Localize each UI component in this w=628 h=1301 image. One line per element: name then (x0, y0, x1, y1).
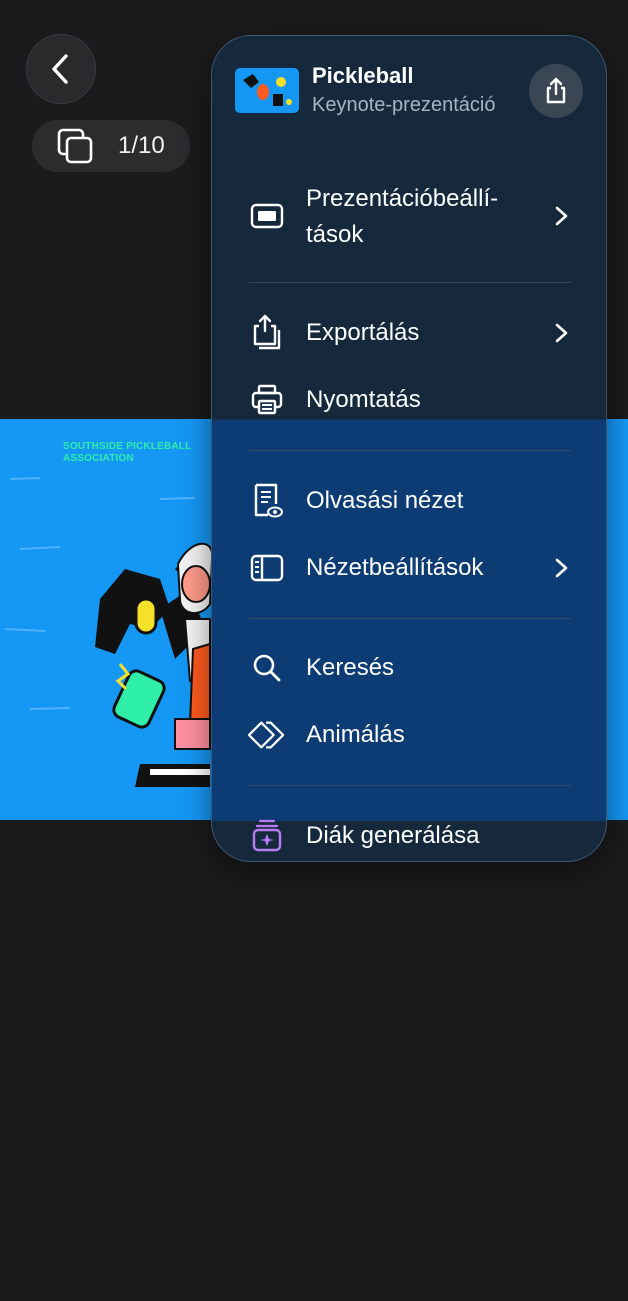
menu-item-label: Nézetbeállítások (306, 554, 484, 581)
menu-translucent-backdrop (212, 420, 606, 821)
menu-item-label: Prezentációbeállí- tások (306, 181, 498, 253)
menu-item-print[interactable]: Nyomtatás (212, 383, 606, 417)
menu-item-search[interactable]: Keresés (212, 651, 606, 685)
document-thumbnail-art (243, 74, 292, 106)
menu-divider (249, 785, 571, 786)
menu-item-view-settings[interactable]: Nézetbeállítások (212, 551, 606, 585)
back-button[interactable] (26, 34, 96, 104)
chevron-right-icon (555, 558, 568, 578)
share-button[interactable] (529, 64, 583, 118)
search-icon (248, 649, 286, 687)
export-icon (248, 314, 286, 352)
menu-item-label-line2: tások (306, 221, 364, 248)
chevron-left-icon (52, 54, 68, 84)
slide-counter-text: 1/10 (118, 132, 165, 159)
menu-item-label: Animálás (306, 721, 405, 748)
document-thumbnail (235, 68, 299, 113)
chevron-right-icon (555, 206, 568, 226)
menu-item-label: Diák generálása (306, 822, 480, 849)
menu-item-animate[interactable]: Animálás (212, 718, 606, 752)
document-subtitle: Keynote-prezentáció (312, 94, 496, 116)
printer-icon (248, 381, 286, 419)
slide-navigator-button[interactable]: 1/10 (32, 120, 190, 172)
menu-item-generate-slides[interactable]: Diák generálása (212, 819, 606, 853)
menu-item-label: Keresés (306, 654, 395, 681)
menu-header: Pickleball Keynote-prezentáció (212, 36, 606, 146)
presentation-settings-icon (248, 197, 286, 235)
menu-item-label: Nyomtatás (306, 386, 421, 413)
document-title: Pickleball (312, 63, 414, 88)
menu-item-export[interactable]: Exportálás (212, 314, 606, 352)
generate-slides-icon (248, 817, 286, 855)
view-settings-icon (248, 549, 286, 587)
menu-divider (249, 618, 571, 619)
menu-item-label: Exportálás (306, 319, 420, 346)
document-menu: Pickleball Keynote-prezentáció Prezentác… (211, 35, 607, 862)
menu-divider (249, 282, 571, 283)
menu-item-presentation-settings[interactable]: Prezentációbeállí- tások (212, 176, 606, 256)
share-icon (546, 77, 566, 104)
slides-icon (57, 128, 93, 164)
menu-item-label-line1: Prezentációbeállí- (306, 185, 499, 212)
chevron-right-icon (555, 323, 568, 343)
screen: 1/10 SOUTHSIDE PICKLEBALL ASSOCIATION Pi… (0, 0, 628, 1301)
animate-icon (248, 716, 286, 754)
menu-item-label: Olvasási nézet (306, 487, 464, 514)
menu-item-reading-view[interactable]: Olvasási nézet (212, 482, 606, 520)
reading-view-icon (248, 482, 286, 520)
menu-divider (249, 450, 571, 451)
